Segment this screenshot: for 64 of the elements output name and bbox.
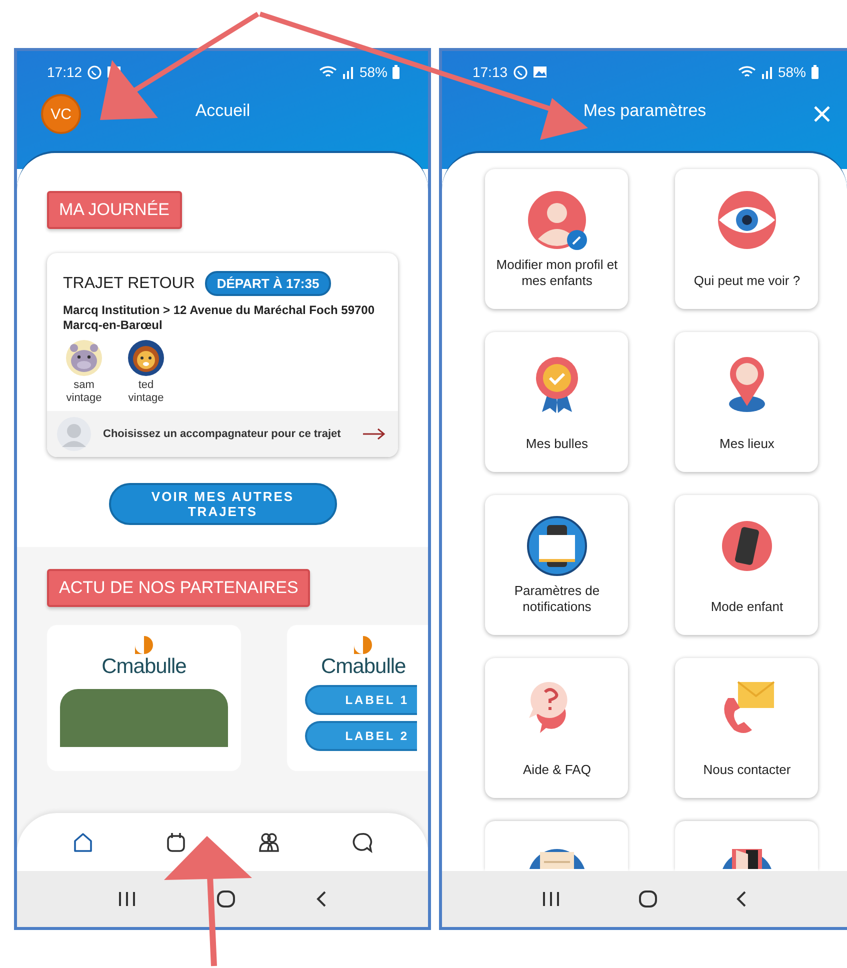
lion-avatar-icon [127, 339, 165, 377]
recent-apps-icon[interactable] [116, 890, 137, 908]
partner-logo-text: Cmabulle [321, 655, 406, 679]
signal-icon [760, 65, 773, 79]
tile-label: Qui peut me voir ? [692, 272, 802, 289]
other-trips-button[interactable]: VOIR MES AUTRES TRAJETS [108, 483, 337, 525]
settings-tile[interactable]: Mes bulles [485, 332, 628, 472]
people-icon[interactable] [258, 831, 280, 853]
tile-label: Mes lieux [718, 435, 776, 452]
settings-tile[interactable]: Modifier mon profil et mes enfants [485, 169, 628, 309]
signal-icon [342, 65, 354, 79]
recent-apps-icon[interactable] [540, 890, 561, 908]
settings-tile[interactable] [675, 821, 818, 871]
partner-card[interactable]: Cmabulle [47, 625, 241, 771]
settings-tile[interactable]: Mes lieux [675, 332, 818, 472]
profile-edit-icon [526, 189, 588, 251]
battery-level: 58% [359, 64, 388, 80]
open-book-icon [526, 515, 588, 577]
trip-title: TRAJET RETOUR [63, 274, 195, 292]
chat-bubble-icon[interactable] [351, 831, 373, 853]
tile-label: Mes bulles [524, 435, 590, 452]
home-button-icon[interactable] [638, 890, 658, 908]
eye-icon [716, 189, 778, 251]
departure-badge: DÉPART À 17:35 [204, 271, 332, 296]
settings-tile[interactable]: Aide & FAQ [485, 658, 628, 798]
battery-level: 58% [778, 64, 806, 80]
wifi-icon [738, 65, 756, 79]
trip-route: Marcq Institution > 12 Avenue du Maréchal Foch 59700 Marcq-en-Barœul [63, 303, 376, 333]
close-icon[interactable] [813, 105, 831, 123]
bubble-logo-icon [133, 635, 155, 655]
child-name: ted vintage [128, 379, 164, 405]
tile-label: Aide & FAQ [522, 761, 592, 778]
settings-tile[interactable] [485, 821, 628, 871]
tile-label: Mode enfant [710, 598, 784, 615]
tile-label: Modifier mon profil et mes enfants [495, 257, 619, 289]
arrow-right-icon[interactable] [362, 428, 386, 440]
child-name: sam vintage [66, 379, 102, 405]
screen-title: Mes paramètres [583, 101, 706, 120]
tile-label: Nous contacter [702, 761, 792, 778]
home-icon[interactable] [72, 831, 94, 853]
person-placeholder-icon [57, 417, 91, 451]
section-title: ACTU DE NOS PARTENAIRES [47, 569, 310, 607]
screen-title: Accueil [195, 101, 250, 120]
settings-tile[interactable]: Paramètres de notifications [485, 495, 628, 635]
battery-icon [392, 65, 400, 79]
chat-icon [512, 64, 528, 80]
calendar-icon[interactable] [165, 831, 188, 853]
hippo-avatar-icon [65, 339, 103, 377]
settings-tile[interactable]: Nous contacter [675, 658, 818, 798]
wifi-icon [319, 65, 338, 79]
status-time: 17:13 [472, 64, 508, 80]
trip-card[interactable]: TRAJET RETOUR DÉPART À 17:35 Marcq Institution > 12 Avenue du Maréchal Foch 59700 Marcq-en-Barœul sam vintage ted vintage Choisissez un accompagnateur pour ce trajet [47, 253, 398, 457]
status-time: 17:12 [47, 64, 82, 80]
home-button-icon[interactable] [216, 890, 236, 908]
bubble-logo-icon [352, 635, 374, 655]
companion-prompt: Choisissez un accompagnateur pour ce trajet [103, 428, 342, 440]
settings-tile[interactable]: Mode enfant [675, 495, 818, 635]
partner-logo-text: Cmabulle [102, 655, 186, 679]
settings-tile[interactable]: Qui peut me voir ? [675, 169, 818, 309]
battery-icon [811, 65, 819, 79]
section-title: MA JOURNÉE [47, 191, 182, 229]
chat-icon [87, 64, 102, 80]
image-icon [532, 66, 547, 78]
tile-label: Paramètres de notifications [513, 583, 601, 615]
